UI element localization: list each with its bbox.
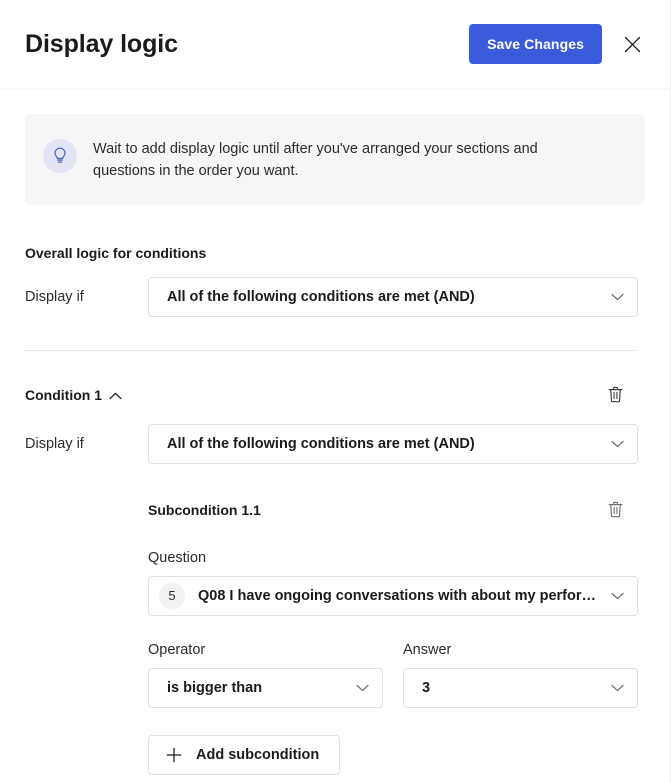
overall-display-if-label: Display if [25, 288, 84, 305]
lightbulb-icon [54, 147, 66, 163]
trash-icon [608, 387, 622, 403]
section-divider [25, 349, 637, 351]
operator-select[interactable]: is bigger than [148, 667, 383, 708]
tip-icon-container [43, 139, 77, 173]
question-select[interactable]: 5 Q08 I have ongoing conversations with … [148, 575, 638, 616]
display-logic-panel: Display logic Save Changes Wait to add d… [0, 0, 671, 783]
operator-column: Operator is bigger than [148, 642, 383, 708]
subcondition-1-1-header: Subcondition 1.1 [148, 497, 645, 523]
overall-display-if-value: All of the following conditions are met … [167, 288, 475, 305]
operator-answer-row: Operator is bigger than Answer 3 [148, 642, 645, 708]
operator-label: Operator [148, 641, 206, 658]
answer-label: Answer [403, 641, 452, 658]
answer-column: Answer 3 [403, 642, 638, 708]
chevron-down-icon [611, 440, 624, 448]
overall-display-if-row: Display if All of the following conditio… [25, 276, 645, 317]
condition-1-display-if-label: Display if [25, 435, 84, 452]
subcondition-1-1-delete-button[interactable] [602, 497, 628, 523]
overall-logic-heading: Overall logic for conditions [25, 244, 207, 261]
condition-1-delete-button[interactable] [602, 382, 628, 408]
answer-select[interactable]: 3 [403, 667, 638, 708]
operator-value: is bigger than [167, 679, 263, 696]
page-title: Display logic [25, 29, 178, 58]
tip-banner: Wait to add display logic until after yo… [25, 114, 645, 205]
chevron-down-icon [611, 592, 624, 600]
condition-1-display-if-select[interactable]: All of the following conditions are met … [148, 423, 638, 464]
condition-1-title: Condition 1 [25, 386, 102, 403]
trash-icon [608, 502, 622, 518]
panel-header: Display logic Save Changes [0, 0, 670, 88]
chevron-down-icon [611, 684, 624, 692]
panel-body: Wait to add display logic until after yo… [0, 88, 670, 783]
close-icon [624, 36, 640, 52]
header-actions: Save Changes [469, 24, 646, 64]
answer-value: 3 [422, 679, 431, 696]
question-label: Question [148, 549, 207, 566]
subcondition-1-1: Subcondition 1.1 Question 5 Q08 I have o… [148, 497, 645, 775]
condition-1-display-if-value: All of the following conditions are met … [167, 435, 475, 452]
condition-1-display-if-row: Display if All of the following conditio… [25, 423, 645, 464]
add-subcondition-label: Add subcondition [196, 746, 320, 763]
overall-display-if-select[interactable]: All of the following conditions are met … [148, 276, 638, 317]
condition-1-collapse-button[interactable] [102, 390, 126, 400]
close-button[interactable] [618, 30, 646, 58]
condition-1-header: Condition 1 [25, 382, 645, 408]
subcondition-1-1-title: Subcondition 1.1 [148, 501, 261, 518]
question-value: Q08 I have ongoing conversations with ab… [198, 587, 603, 604]
plus-icon [166, 747, 182, 763]
chevron-up-icon [109, 392, 122, 400]
save-changes-button[interactable]: Save Changes [469, 24, 602, 64]
chevron-down-icon [356, 684, 369, 692]
tip-text: Wait to add display logic until after yo… [93, 141, 538, 180]
add-subcondition-button[interactable]: Add subcondition [148, 734, 341, 775]
chevron-down-icon [611, 293, 624, 301]
question-number-badge: 5 [159, 582, 185, 609]
